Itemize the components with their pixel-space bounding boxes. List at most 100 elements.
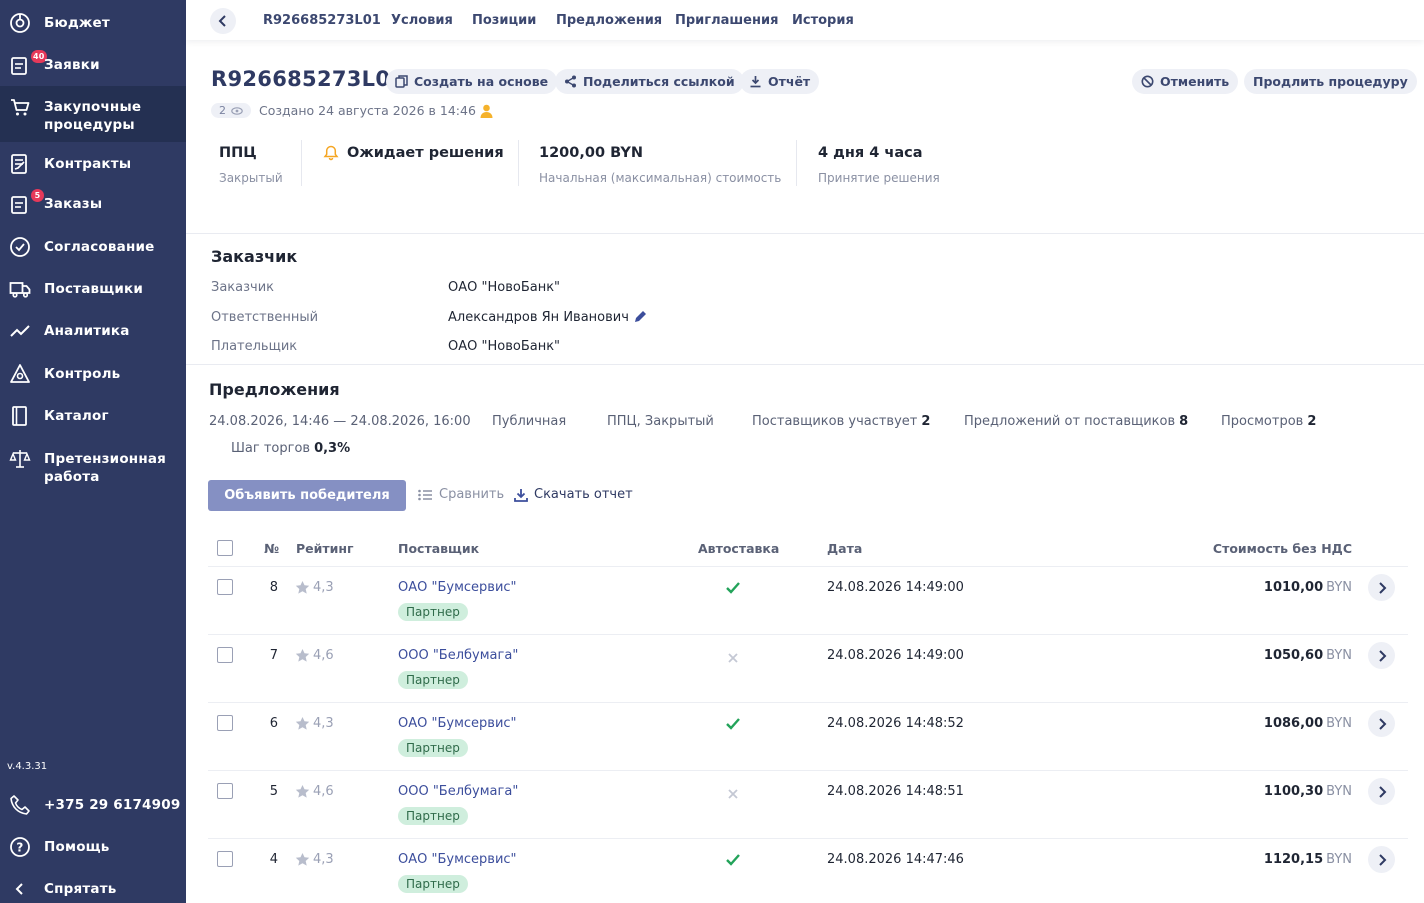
row-supplier-link[interactable]: ООО "Белбумага" (398, 648, 518, 663)
offers-views-count: Просмотров 2 (1221, 414, 1317, 429)
download-icon (750, 76, 761, 88)
star-icon (295, 649, 310, 662)
sidebar-item-label: Поставщики (44, 281, 144, 297)
autobid-check-icon (725, 852, 741, 871)
truck-icon (9, 278, 31, 300)
tab-offers[interactable]: Предложения (556, 13, 662, 28)
row-num: 4 (269, 852, 278, 867)
row-open-button[interactable] (1368, 574, 1395, 601)
share-link-button[interactable]: Поделиться ссылкой (555, 69, 744, 94)
customer-label: Заказчик (211, 280, 275, 295)
row-supplier-link[interactable]: ОАО "Бумсервис" (398, 580, 517, 595)
pencil-icon (635, 311, 646, 322)
extend-procedure-button[interactable]: Продлить процедуру (1244, 69, 1417, 94)
tab-history[interactable]: История (792, 13, 854, 28)
cancel-button[interactable]: Отменить (1132, 69, 1239, 94)
row-open-button[interactable] (1368, 642, 1395, 669)
row-open-button[interactable] (1368, 778, 1395, 805)
row-date: 24.08.2026 14:47:46 (827, 852, 964, 867)
sidebar-item-label: Контроль (44, 366, 121, 382)
row-checkbox[interactable] (217, 647, 233, 663)
section-divider (186, 364, 1424, 365)
sidebar-phone[interactable]: +375 29 6174909 (0, 794, 186, 816)
report-button[interactable]: Отчёт (740, 69, 820, 94)
row-open-button[interactable] (1368, 710, 1395, 737)
row-supplier-link[interactable]: ОАО "Бумсервис" (398, 852, 517, 867)
partner-badge: Партнер (398, 807, 468, 825)
row-checkbox[interactable] (217, 579, 233, 595)
sidebar-item-analytics[interactable]: Аналитика (0, 320, 186, 342)
chevron-left-icon (9, 878, 31, 900)
cancel-icon (1141, 75, 1154, 88)
sidebar-help[interactable]: ? Помощь (0, 836, 186, 858)
partner-badge: Партнер (398, 739, 468, 757)
col-date: Дата (827, 541, 863, 556)
row-price: 1100,30 BYN (1263, 784, 1352, 799)
sidebar-item-approval[interactable]: Согласование (0, 236, 186, 258)
tab-invitations[interactable]: Приглашения (675, 13, 778, 28)
catalog-icon (9, 405, 31, 427)
row-divider (208, 838, 1408, 839)
created-date: Создано 24 августа 2026 в 14:46 (259, 103, 476, 118)
autobid-check-icon (725, 580, 741, 599)
row-checkbox[interactable] (217, 715, 233, 731)
row-checkbox[interactable] (217, 783, 233, 799)
app-version: v.4.3.31 (7, 761, 48, 772)
row-supplier-link[interactable]: ООО "Белбумага" (398, 784, 518, 799)
declare-winner-button[interactable]: Объявить победителя (208, 480, 406, 511)
col-rating: Рейтинг (296, 541, 354, 556)
divider (518, 140, 519, 186)
sidebar-item-claims[interactable]: Претензионная работа (0, 448, 186, 488)
share-icon (565, 75, 576, 88)
select-all-checkbox[interactable] (217, 540, 233, 556)
back-button[interactable] (210, 8, 236, 34)
copy-icon (395, 75, 408, 88)
sidebar-item-control[interactable]: Контроль (0, 363, 186, 385)
row-price: 1010,00 BYN (1263, 580, 1352, 595)
row-open-button[interactable] (1368, 846, 1395, 873)
row-date: 24.08.2026 14:48:51 (827, 784, 964, 799)
row-price: 1086,00 BYN (1263, 716, 1352, 731)
customer-section-title: Заказчик (211, 247, 298, 266)
sidebar-hide-label: Спрятать (44, 881, 117, 897)
payer-value: ОАО "НовоБанк" (448, 339, 561, 354)
tab-positions[interactable]: Позиции (472, 13, 536, 28)
sidebar-item-label: Заказы (44, 196, 103, 212)
tab-procedure[interactable]: R926685273L01 (263, 13, 381, 28)
row-date: 24.08.2026 14:48:52 (827, 716, 964, 731)
row-rating: 4,3 (295, 716, 334, 731)
sidebar-item-suppliers[interactable]: Поставщики (0, 278, 186, 300)
chevron-right-icon (1378, 717, 1386, 730)
contract-icon (9, 153, 31, 175)
summary-type: ППЦ Закрытый (219, 145, 283, 185)
create-based-button[interactable]: Создать на основе (386, 69, 558, 94)
row-price: 1120,15 BYN (1263, 852, 1352, 867)
sidebar-item-contracts[interactable]: Контракты (0, 153, 186, 175)
svg-text:?: ? (16, 841, 23, 855)
autobid-cross-icon (727, 785, 739, 804)
offers-period: 24.08.2026, 14:46 — 24.08.2026, 16:00 (209, 414, 471, 429)
views-counter: 2 (211, 103, 251, 118)
phone-icon (9, 794, 31, 816)
offers-suppliers-count: Поставщиков участвует 2 (752, 414, 931, 429)
chevron-right-icon (1378, 785, 1386, 798)
sidebar-item-budget[interactable]: Бюджет (0, 12, 186, 34)
download-report-button[interactable]: Скачать отчет (514, 487, 633, 502)
sidebar-item-label: Согласование (44, 239, 155, 255)
bell-icon (323, 145, 339, 161)
compare-button[interactable]: Сравнить (418, 487, 504, 502)
sidebar-item-orders[interactable]: 5 Заказы (0, 189, 186, 215)
row-supplier-link[interactable]: ОАО "Бумсервис" (398, 716, 517, 731)
offers-offers-count: Предложений от поставщиков 8 (964, 414, 1189, 429)
sidebar-item-procurement[interactable]: Закупочные процедуры (0, 86, 186, 142)
sidebar-item-requests[interactable]: 40 Заявки (0, 50, 186, 76)
star-icon (295, 853, 310, 866)
sidebar-item-catalog[interactable]: Каталог (0, 405, 186, 427)
edit-responsible-button[interactable] (633, 309, 648, 328)
row-num: 8 (269, 580, 278, 595)
star-icon (295, 581, 310, 594)
row-checkbox[interactable] (217, 851, 233, 867)
sidebar-hide[interactable]: Спрятать (0, 878, 186, 900)
orders-icon: 5 (9, 189, 44, 215)
tab-conditions[interactable]: Условия (391, 13, 453, 28)
